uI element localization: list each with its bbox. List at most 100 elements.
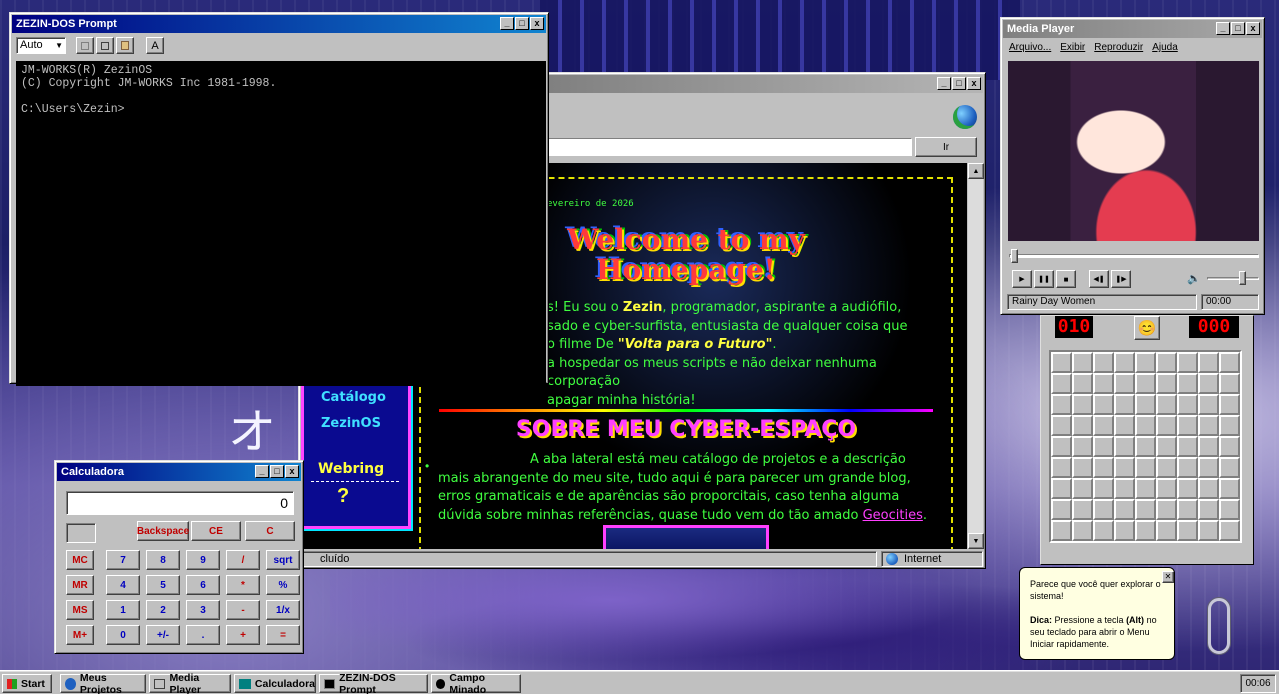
mine-cell[interactable]	[1051, 478, 1072, 499]
mine-cell[interactable]	[1114, 436, 1135, 457]
mine-cell[interactable]	[1135, 520, 1156, 541]
calc-key-3-4[interactable]: +	[226, 625, 260, 645]
scroll-up-button[interactable]: ▲	[968, 163, 984, 179]
mine-cell[interactable]	[1156, 520, 1177, 541]
mine-cell[interactable]	[1072, 373, 1093, 394]
menu-ajuda[interactable]: Ajuda	[1152, 42, 1178, 53]
calc-key-2-1[interactable]: 1	[106, 600, 140, 620]
mine-cell[interactable]	[1198, 499, 1219, 520]
mark-button[interactable]	[76, 37, 94, 54]
address-input[interactable]	[546, 138, 912, 156]
calc-key-2-4[interactable]: -	[226, 600, 260, 620]
mine-cell[interactable]	[1177, 394, 1198, 415]
mine-cell[interactable]	[1093, 352, 1114, 373]
browser-titlebar[interactable]: _ □ x	[549, 75, 983, 93]
calc-key-2[interactable]: C	[245, 521, 295, 541]
sidebar-item-catalogo[interactable]: Catálogo	[321, 390, 386, 405]
calc-key-3-1[interactable]: 0	[106, 625, 140, 645]
menu-arquivo[interactable]: Arquivo...	[1009, 42, 1051, 53]
mine-cell[interactable]	[1051, 373, 1072, 394]
mine-cell[interactable]	[1093, 499, 1114, 520]
mine-cell[interactable]	[1198, 352, 1219, 373]
mine-cell[interactable]	[1219, 478, 1240, 499]
mine-cell[interactable]	[1114, 415, 1135, 436]
paste-button[interactable]	[116, 37, 134, 54]
mine-cell[interactable]	[1114, 457, 1135, 478]
calc-key-2-0[interactable]: MS	[66, 600, 94, 620]
cmd-screen[interactable]: JM-WORKS(R) ZezinOS (C) Copyright JM-WOR…	[16, 61, 546, 386]
mine-cell[interactable]	[1051, 457, 1072, 478]
task-meus-projetos[interactable]: Meus Projetos	[60, 672, 146, 694]
mine-cell[interactable]	[1198, 520, 1219, 541]
start-button[interactable]: Start	[2, 674, 52, 693]
seek-bar[interactable]	[1009, 254, 1259, 258]
mine-cell[interactable]	[1219, 394, 1240, 415]
mine-cell[interactable]	[1156, 499, 1177, 520]
mine-cell[interactable]	[1177, 352, 1198, 373]
mine-cell[interactable]	[1219, 457, 1240, 478]
menu-exibir[interactable]: Exibir	[1060, 42, 1085, 53]
mine-cell[interactable]	[1114, 499, 1135, 520]
calc-key-1-4[interactable]: *	[226, 575, 260, 595]
minimize-button[interactable]: _	[1216, 22, 1230, 35]
cmd-titlebar[interactable]: ZEZIN-DOS Prompt _ □ x	[12, 15, 546, 33]
paperclip-assistant-icon[interactable]	[1208, 598, 1230, 654]
task-media-player[interactable]: Media Player	[149, 672, 231, 694]
mine-cell[interactable]	[1135, 478, 1156, 499]
webring-question-icon[interactable]: ?	[337, 485, 349, 508]
calc-key-0-1[interactable]: 7	[106, 550, 140, 570]
mine-cell[interactable]	[1051, 499, 1072, 520]
mine-field[interactable]	[1049, 350, 1242, 543]
calc-titlebar[interactable]: Calculadora _ □ x	[57, 463, 301, 481]
mine-cell[interactable]	[1198, 415, 1219, 436]
calc-key-2-2[interactable]: 2	[146, 600, 180, 620]
mine-cell[interactable]	[1198, 436, 1219, 457]
mine-cell[interactable]	[1051, 520, 1072, 541]
calc-key-0[interactable]: Backspace	[137, 521, 189, 541]
mine-cell[interactable]	[1051, 415, 1072, 436]
mine-cell[interactable]	[1114, 478, 1135, 499]
maximize-button[interactable]: □	[1231, 22, 1245, 35]
geocities-link[interactable]: Geocities	[863, 508, 923, 523]
mine-cell[interactable]	[1093, 520, 1114, 541]
close-button[interactable]: x	[285, 465, 299, 478]
calc-key-1-5[interactable]: %	[266, 575, 300, 595]
mine-cell[interactable]	[1135, 499, 1156, 520]
font-select[interactable]: Auto ▼	[16, 37, 66, 54]
mine-cell[interactable]	[1219, 352, 1240, 373]
mine-cell[interactable]	[1219, 520, 1240, 541]
calc-key-3-0[interactable]: M+	[66, 625, 94, 645]
calc-key-0-3[interactable]: 9	[186, 550, 220, 570]
mine-cell[interactable]	[1198, 394, 1219, 415]
calc-key-1-3[interactable]: 6	[186, 575, 220, 595]
stop-button[interactable]: ■	[1056, 270, 1076, 288]
menu-reproduzir[interactable]: Reproduzir	[1094, 42, 1143, 53]
mine-cell[interactable]	[1093, 394, 1114, 415]
calc-key-0-5[interactable]: sqrt	[266, 550, 300, 570]
maximize-button[interactable]: □	[515, 17, 529, 30]
calc-key-1-2[interactable]: 5	[146, 575, 180, 595]
go-button[interactable]: Ir	[915, 137, 977, 157]
calc-key-1-0[interactable]: MR	[66, 575, 94, 595]
mine-cell[interactable]	[1177, 520, 1198, 541]
font-button[interactable]: A	[146, 37, 164, 54]
mine-cell[interactable]	[1156, 478, 1177, 499]
mine-cell[interactable]	[1072, 352, 1093, 373]
mine-cell[interactable]	[1156, 352, 1177, 373]
next-button[interactable]: ❚▶	[1111, 270, 1131, 288]
mine-cell[interactable]	[1093, 415, 1114, 436]
mine-cell[interactable]	[1135, 457, 1156, 478]
task-zezin-dos-prompt[interactable]: ZEZIN-DOS Prompt	[319, 672, 428, 694]
mine-cell[interactable]	[1177, 499, 1198, 520]
calc-key-2-5[interactable]: 1/x	[266, 600, 300, 620]
close-button[interactable]: x	[1246, 22, 1260, 35]
mine-cell[interactable]	[1177, 415, 1198, 436]
mine-cell[interactable]	[1051, 436, 1072, 457]
previous-button[interactable]: ◀❚	[1089, 270, 1109, 288]
mine-cell[interactable]	[1219, 499, 1240, 520]
minimize-button[interactable]: _	[937, 77, 951, 90]
mine-cell[interactable]	[1135, 373, 1156, 394]
mine-cell[interactable]	[1198, 478, 1219, 499]
calc-key-3-5[interactable]: =	[266, 625, 300, 645]
page-scrollbar[interactable]: ▲ ▼	[967, 163, 984, 549]
